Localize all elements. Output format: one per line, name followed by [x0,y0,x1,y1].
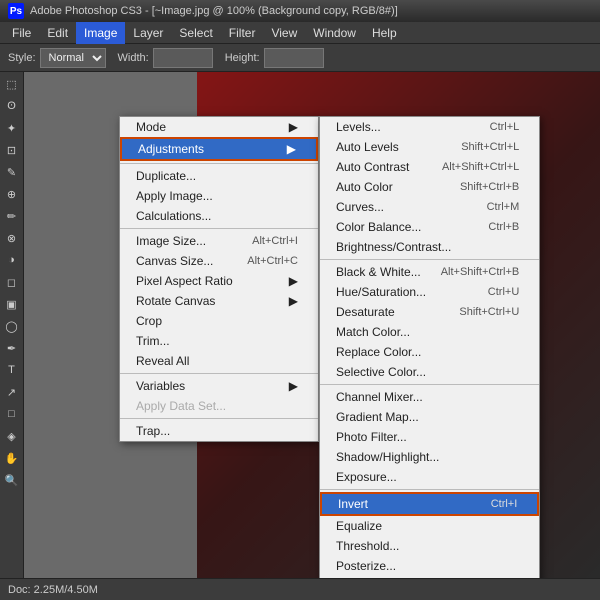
adj-threshold[interactable]: Threshold... [320,536,539,556]
adj-auto-contrast[interactable]: Auto Contrast Alt+Shift+Ctrl+L [320,157,539,177]
menu-edit[interactable]: Edit [39,22,76,44]
adjustments-dropdown-menu: Levels... Ctrl+L Auto Levels Shift+Ctrl+… [319,116,540,578]
tool-zoom[interactable]: 🔍 [2,470,22,490]
tool-pen[interactable]: ✒ [2,338,22,358]
title-text: Adobe Photoshop CS3 - [~Image.jpg @ 100%… [30,5,398,17]
tool-history[interactable]: ◑ [2,250,22,270]
style-select[interactable]: Normal [40,48,106,68]
tool-shape[interactable]: □ [2,404,22,424]
image-menu-image-size[interactable]: Image Size... Alt+Ctrl+I [120,231,318,251]
image-menu-rotate-canvas[interactable]: Rotate Canvas ▶ [120,291,318,311]
tool-hand[interactable]: ✋ [2,448,22,468]
adj-channel-mixer[interactable]: Channel Mixer... [320,387,539,407]
tool-path[interactable]: ↗ [2,382,22,402]
status-bar: Doc: 2.25M/4.50M [0,578,600,600]
tool-brush[interactable]: ✏ [2,206,22,226]
image-menu-reveal-all[interactable]: Reveal All [120,351,318,371]
menu-view[interactable]: View [263,22,305,44]
adj-replace-color[interactable]: Replace Color... [320,342,539,362]
menu-select[interactable]: Select [171,22,220,44]
image-menu-apply-dataset: Apply Data Set... [120,396,318,416]
adj-color-balance[interactable]: Color Balance... Ctrl+B [320,217,539,237]
menu-filter[interactable]: Filter [221,22,264,44]
adj-levels[interactable]: Levels... Ctrl+L [320,117,539,137]
adj-shadow-highlight[interactable]: Shadow/Highlight... [320,447,539,467]
status-text: Doc: 2.25M/4.50M [8,584,98,596]
adj-exposure[interactable]: Exposure... [320,467,539,487]
image-menu-trap[interactable]: Trap... [120,421,318,441]
menu-image[interactable]: Image [76,22,125,44]
adj-equalize[interactable]: Equalize [320,516,539,536]
canvas-area: Mode ▶ Adjustments ▶ Duplicate... Apply … [24,72,600,578]
image-dropdown-menu: Mode ▶ Adjustments ▶ Duplicate... Apply … [119,116,319,442]
toolbar: Style: Normal Width: Height: [0,44,600,72]
menu-bar: File Edit Image Layer Select Filter View… [0,22,600,44]
image-menu-adjustments[interactable]: Adjustments ▶ [120,137,318,161]
variables-arrow-icon: ▶ [289,379,298,393]
image-menu-duplicate[interactable]: Duplicate... [120,166,318,186]
tool-3d[interactable]: ◈ [2,426,22,446]
style-label: Style: Normal [4,46,110,70]
adj-brightness-contrast[interactable]: Brightness/Contrast... [320,237,539,257]
adj-auto-color[interactable]: Auto Color Shift+Ctrl+B [320,177,539,197]
adj-selective-color[interactable]: Selective Color... [320,362,539,382]
left-toolbar: ⬚ ʘ ✦ ⊡ ✎ ⊕ ✏ ⊗ ◑ ◻ ▣ ◯ ✒ T ↗ □ ◈ ✋ 🔍 [0,72,24,578]
adj-hue-saturation[interactable]: Hue/Saturation... Ctrl+U [320,282,539,302]
adj-desaturate[interactable]: Desaturate Shift+Ctrl+U [320,302,539,322]
tool-marquee[interactable]: ⬚ [2,74,22,94]
height-input[interactable] [264,48,324,68]
image-menu-calculations[interactable]: Calculations... [120,206,318,226]
adj-sep-2 [320,384,539,385]
tool-crop[interactable]: ⊡ [2,140,22,160]
adj-gradient-map[interactable]: Gradient Map... [320,407,539,427]
image-menu-trim[interactable]: Trim... [120,331,318,351]
menu-window[interactable]: Window [305,22,364,44]
adj-invert[interactable]: Invert Ctrl+I [320,492,539,516]
image-menu-mode[interactable]: Mode ▶ [120,117,318,137]
tool-lasso[interactable]: ʘ [2,96,22,116]
tool-magic-wand[interactable]: ✦ [2,118,22,138]
tool-eyedropper[interactable]: ✎ [2,162,22,182]
main-area: ⬚ ʘ ✦ ⊡ ✎ ⊕ ✏ ⊗ ◑ ◻ ▣ ◯ ✒ T ↗ □ ◈ ✋ 🔍 Mo… [0,72,600,578]
mode-arrow-icon: ▶ [289,120,298,134]
adj-black-white[interactable]: Black & White... Alt+Shift+Ctrl+B [320,262,539,282]
adj-sep-1 [320,259,539,260]
separator-3 [120,373,318,374]
image-menu-canvas-size[interactable]: Canvas Size... Alt+Ctrl+C [120,251,318,271]
rotate-canvas-arrow-icon: ▶ [289,294,298,308]
tool-dodge[interactable]: ◯ [2,316,22,336]
tool-eraser[interactable]: ◻ [2,272,22,292]
menu-help[interactable]: Help [364,22,405,44]
menu-file[interactable]: File [4,22,39,44]
pixel-aspect-arrow-icon: ▶ [289,274,298,288]
height-label: Height: [221,46,328,70]
adj-sep-3 [320,489,539,490]
separator-4 [120,418,318,419]
tool-text[interactable]: T [2,360,22,380]
adj-curves[interactable]: Curves... Ctrl+M [320,197,539,217]
image-menu-apply-image[interactable]: Apply Image... [120,186,318,206]
width-input[interactable] [153,48,213,68]
image-menu-pixel-aspect[interactable]: Pixel Aspect Ratio ▶ [120,271,318,291]
adj-posterize[interactable]: Posterize... [320,556,539,576]
image-menu-variables[interactable]: Variables ▶ [120,376,318,396]
adj-match-color[interactable]: Match Color... [320,322,539,342]
separator-2 [120,228,318,229]
adj-photo-filter[interactable]: Photo Filter... [320,427,539,447]
tool-heal[interactable]: ⊕ [2,184,22,204]
width-label: Width: [114,46,217,70]
tool-clone[interactable]: ⊗ [2,228,22,248]
menu-layer[interactable]: Layer [125,22,171,44]
image-menu-crop[interactable]: Crop [120,311,318,331]
separator-1 [120,163,318,164]
title-bar: Ps Adobe Photoshop CS3 - [~Image.jpg @ 1… [0,0,600,22]
tool-gradient[interactable]: ▣ [2,294,22,314]
ps-logo: Ps [8,3,24,19]
adj-auto-levels[interactable]: Auto Levels Shift+Ctrl+L [320,137,539,157]
adjustments-arrow-icon: ▶ [287,142,296,156]
